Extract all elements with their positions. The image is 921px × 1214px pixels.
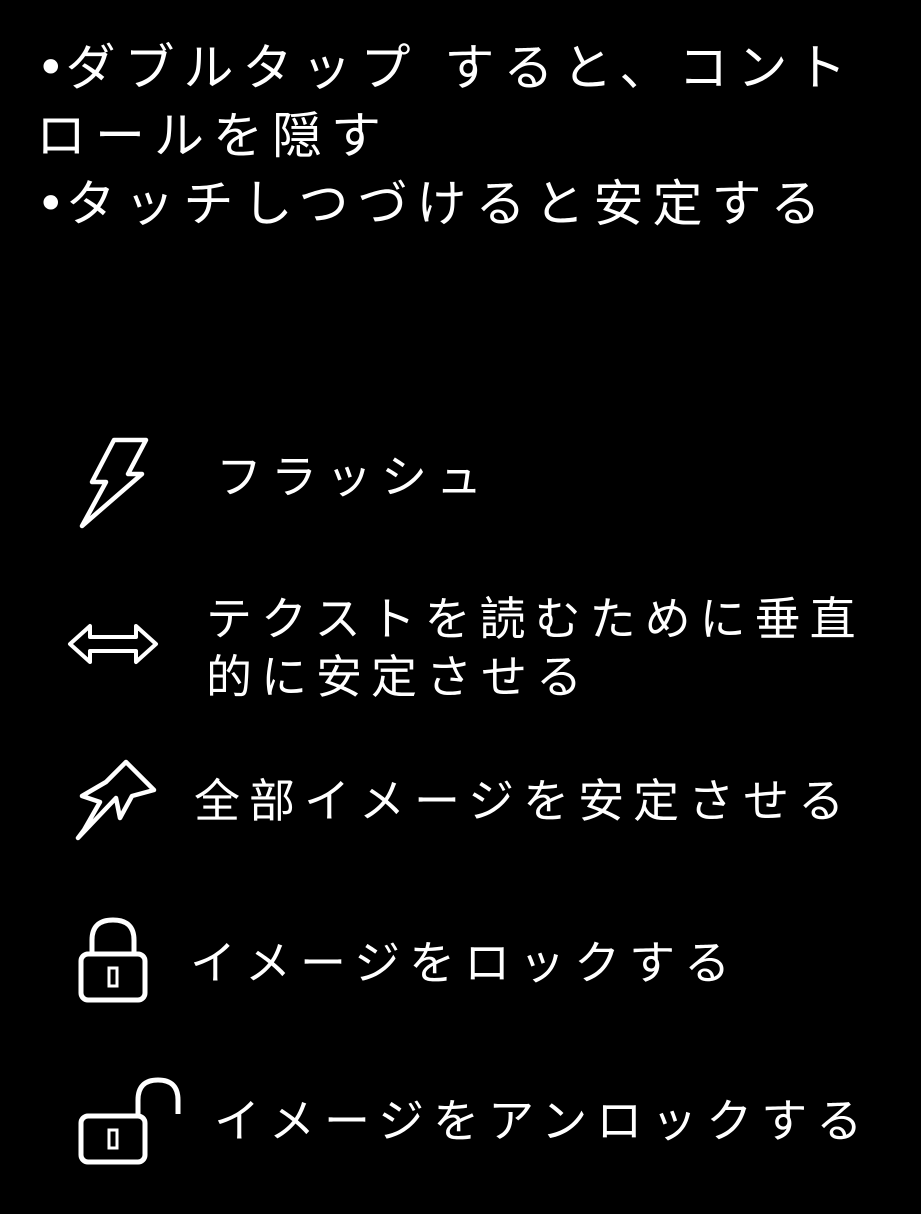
legend-item-vertical-stabilize: テクストを読むために垂直的に安定させる [0, 588, 921, 708]
instruction-double-tap-text: ダブルタップ すると、コントロールを隠す [36, 39, 856, 165]
bullet: • [36, 175, 66, 233]
instruction-touch-hold-text: タッチしつづけると安定する [65, 175, 830, 233]
legend-label-stabilize-all: 全部イメージを安定させる [194, 774, 854, 828]
legend-item-unlock: イメージをアンロックする [0, 1070, 921, 1170]
legend-label-flash: フラッシュ [216, 450, 491, 504]
legend-label-lock: イメージをロックする [190, 936, 740, 990]
legend-item-lock: イメージをロックする [0, 912, 921, 1008]
pushpin-icon [70, 756, 160, 844]
legend-label-unlock: イメージをアンロックする [214, 1094, 872, 1148]
lock-open-icon [76, 1074, 186, 1168]
legend-item-stabilize-all: 全部イメージを安定させる [0, 752, 921, 848]
instruction-double-tap: •ダブルタップ すると、コントロールを隠す [36, 34, 896, 170]
bullet: • [36, 39, 66, 97]
lock-closed-icon [76, 914, 150, 1006]
horizontal-double-arrow-icon [66, 622, 160, 666]
instruction-touch-hold: •タッチしつづけると安定する [36, 170, 896, 238]
instructions-block: •ダブルタップ すると、コントロールを隠す •タッチしつづけると安定する [36, 34, 896, 238]
legend-label-vertical-stabilize: テクストを読むために垂直的に安定させる [206, 592, 865, 704]
legend-item-flash: フラッシュ [0, 430, 921, 530]
lightning-bolt-icon [74, 434, 154, 530]
